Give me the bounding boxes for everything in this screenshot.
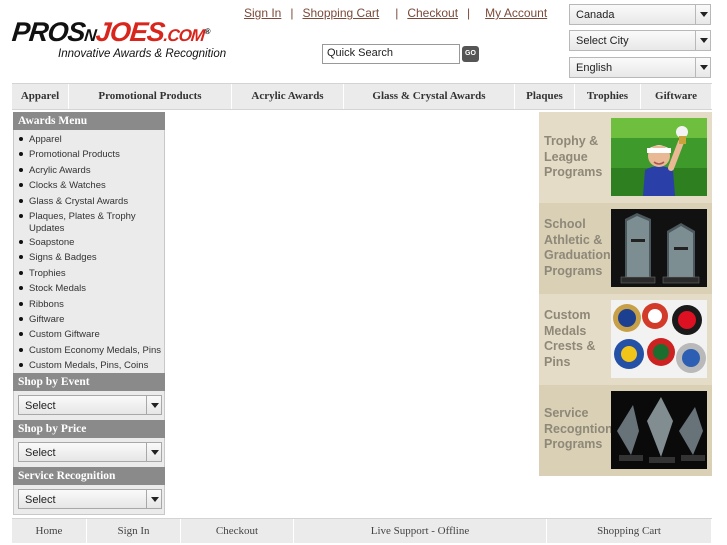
bullet-icon [19,137,23,141]
shop-by-event-value: Select [25,400,56,413]
footer-live-support[interactable]: Live Support - Offline [294,519,547,543]
child-trophy-photo [611,118,707,196]
language-select[interactable]: English [569,57,711,78]
promo-service-recognition-text: Service Recogntion Programs [544,406,613,451]
promo-custom-medals-text: Custom Medals Crests & Pins [544,308,596,369]
nav-promotional-products[interactable]: Promotional Products [69,84,232,109]
country-select-value: Canada [576,9,615,21]
quick-search-input[interactable]: Quick Search [322,44,460,64]
awards-menu-item[interactable]: Glass & Crystal Awards [14,194,164,209]
bullet-icon [19,183,23,188]
nav-acrylic-awards[interactable]: Acrylic Awards [232,84,344,109]
medals-photo [611,300,707,378]
main-nav: Apparel Promotional Products Acrylic Awa… [12,83,712,110]
link-separator: | [290,6,294,20]
promo-trophy-league[interactable]: Trophy & League Programs [539,112,712,203]
shop-by-price-value: Select [25,447,56,460]
city-select-value: Select City [576,35,629,47]
footer-nav: Home Sign In Checkout Live Support - Off… [12,518,712,543]
chevron-down-icon [695,31,710,50]
footer-checkout[interactable]: Checkout [181,519,294,543]
logo-tagline: Innovative Awards & Recognition [58,48,227,60]
bullet-icon [19,363,23,368]
link-separator: | [467,6,471,20]
awards-menu-item[interactable]: Signs & Badges [14,250,164,265]
awards-menu-item[interactable]: Apparel [14,132,164,147]
service-recognition-select[interactable]: Select [18,489,162,510]
nav-apparel[interactable]: Apparel [12,84,69,109]
awards-menu-item[interactable]: Stock Medals [14,281,164,296]
my-account-link[interactable]: My Account [485,6,547,20]
top-links: Sign In | Shopping Cart | Checkout | My Accoun… [244,6,547,20]
awards-menu-item[interactable]: Custom Medals, Pins, Coins [14,358,164,373]
shop-by-price-box: Select [13,438,165,468]
nav-giftware[interactable]: Giftware [641,84,712,109]
checkout-link[interactable]: Checkout [407,6,458,20]
promo-panel: Trophy & League Programs School Athletic & G… [539,112,712,476]
chevron-down-icon [146,490,161,509]
awards-menu-item[interactable]: Plaques, Plates & Trophy Updates [14,209,164,235]
bullet-icon [19,347,23,352]
awards-menu-item[interactable]: Trophies [14,266,164,281]
nav-trophies[interactable]: Trophies [575,84,641,109]
link-separator: | [395,6,399,20]
awards-menu-item[interactable]: Soapstone [14,235,164,250]
city-select[interactable]: Select City [569,30,711,51]
service-recognition-value: Select [25,494,56,507]
shop-by-event-box: Select [13,391,165,421]
shop-by-price-select[interactable]: Select [18,442,162,463]
awards-menu-item[interactable]: Promotional Products [14,147,164,162]
bullet-icon [19,198,23,203]
country-select[interactable]: Canada [569,4,711,25]
bullet-icon [19,239,23,244]
sidebar: Awards Menu Apparel Promotional Products… [13,112,165,516]
search-go-button[interactable]: GO [462,46,479,62]
footer-sign-in[interactable]: Sign In [87,519,181,543]
promo-service-recognition[interactable]: Service Recogntion Programs [539,385,712,476]
bullet-icon [19,270,23,275]
bullet-icon [19,213,23,218]
bullet-icon [19,301,23,306]
service-recognition-title: Service Recognition [13,467,165,486]
chevron-down-icon [695,58,710,77]
awards-menu-item[interactable]: Custom Economy Medals, Pins [14,343,164,358]
awards-menu-item[interactable]: Acrylic Awards [14,163,164,178]
footer-shopping-cart[interactable]: Shopping Cart [547,519,712,543]
bullet-icon [19,286,23,291]
chevron-down-icon [146,396,161,415]
site-logo[interactable]: PROSNJOES.COM® Innovative Awards & Recog… [10,17,227,64]
promo-school-athletic[interactable]: School Athletic & Graduation Programs [539,203,712,294]
nav-glass-crystal-awards[interactable]: Glass & Crystal Awards [344,84,515,109]
nav-plaques[interactable]: Plaques [515,84,575,109]
awards-menu-title: Awards Menu [13,112,165,130]
promo-school-athletic-text: School Athletic & Graduation Programs [544,217,611,278]
sign-in-link[interactable]: Sign In [244,6,281,20]
bullet-icon [19,255,23,260]
awards-menu: Apparel Promotional Products Acrylic Awa… [13,130,165,374]
shop-by-price-title: Shop by Price [13,420,165,439]
awards-menu-item[interactable]: Clocks & Watches [14,178,164,193]
crystal-awards-photo [611,391,707,469]
shop-by-event-title: Shop by Event [13,373,165,392]
awards-menu-item[interactable]: Giftware [14,312,164,327]
awards-menu-item[interactable]: Ribbons [14,297,164,312]
shop-by-event-select[interactable]: Select [18,395,162,416]
promo-custom-medals[interactable]: Custom Medals Crests & Pins [539,294,712,385]
bullet-icon [19,316,23,321]
bullet-icon [19,152,23,157]
service-recognition-box: Select [13,485,165,516]
bullet-icon [19,332,23,337]
footer-home[interactable]: Home [12,519,87,543]
bullet-icon [19,167,23,172]
shopping-cart-link[interactable]: Shopping Cart [302,6,379,20]
chevron-down-icon [695,5,710,24]
promo-trophy-league-text: Trophy & League Programs [544,134,603,179]
chevron-down-icon [146,443,161,462]
awards-menu-item[interactable]: Custom Giftware [14,327,164,342]
language-select-value: English [576,62,613,74]
logo-wordmark: PROSNJOES.COM® [10,17,210,47]
glass-awards-photo [611,209,707,287]
